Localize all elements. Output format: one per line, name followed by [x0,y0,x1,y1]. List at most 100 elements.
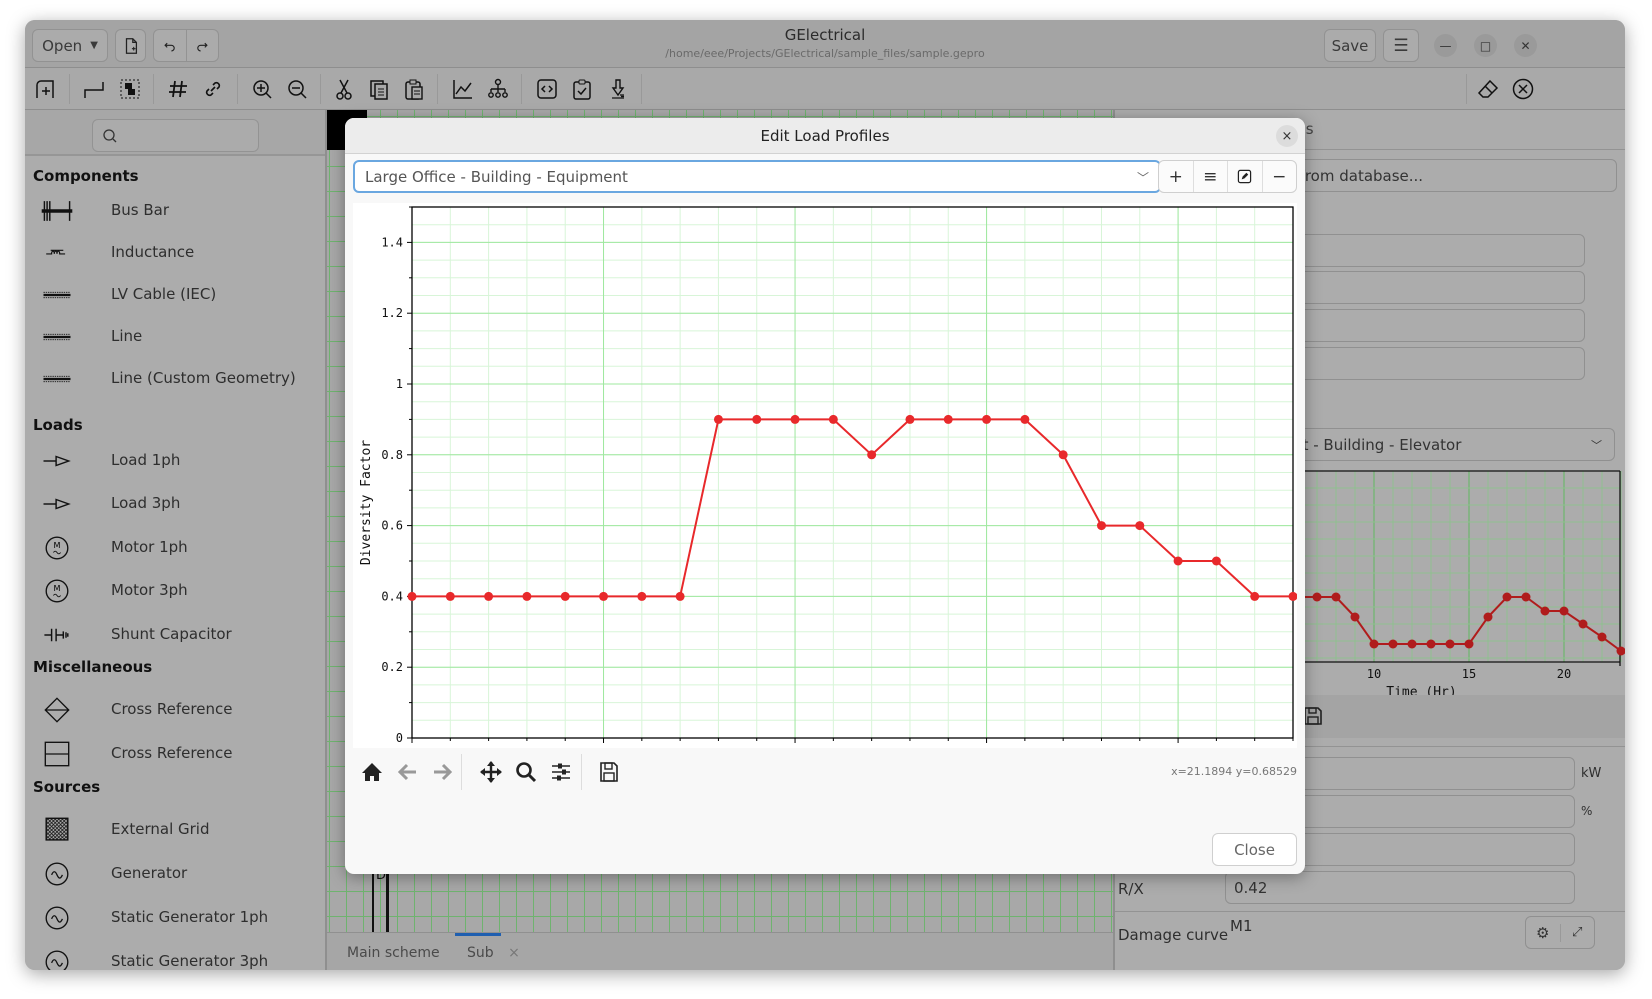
add-profile-button[interactable]: + [1159,161,1194,192]
wire-button[interactable] [81,76,107,102]
close-window-button[interactable]: ✕ [1514,34,1537,57]
load-arrow-icon [37,446,77,476]
copy-button[interactable] [366,76,392,102]
sidebar-item-generator[interactable]: Generator [25,854,325,894]
forward-button[interactable] [429,759,455,785]
load-profile-chart[interactable]: 0510152000.20.40.60.811.21.4Time (Hr)Div… [353,203,1297,748]
save-figure-icon[interactable] [1302,705,1324,727]
tab-close-icon[interactable]: × [508,945,520,961]
sidebar-item-static-generator-3ph[interactable]: Static Generator 3ph [25,942,325,970]
insert-block-button[interactable] [33,76,59,102]
edit-profile-button[interactable] [1228,161,1263,192]
item-label: Motor 1ph [111,538,188,556]
select-group-icon [120,79,140,99]
sidebar-item-external-grid[interactable]: External Grid [25,810,325,850]
move-icon [480,761,502,783]
sidebar-item-inductance[interactable]: Inductance [25,233,325,273]
zoom-out-button[interactable] [284,76,310,102]
mini-data-point [1464,639,1474,649]
cut-icon [336,79,352,100]
rx-field[interactable]: 0.42 [1225,871,1575,904]
data-point [1058,450,1068,460]
item-label: Load 1ph [111,451,181,469]
y-tick-label: 0 [396,731,403,745]
sidebar-item-load-3ph[interactable]: Load 3ph [25,484,325,524]
sidebar-item-shunt-capacitor[interactable]: Shunt Capacitor [25,615,325,655]
sidebar-item-motor-3ph[interactable]: M Motor 3ph [25,571,325,611]
data-point [1250,591,1260,601]
item-label: Load 3ph [111,494,181,512]
main-menu-button[interactable]: ☰ [1383,29,1419,62]
remove-profile-button[interactable]: − [1263,161,1297,192]
sidebar-item-cross-reference-diamond[interactable]: Cross Reference [25,690,325,730]
tab-main-scheme[interactable]: Main scheme [347,945,440,961]
mini-data-point [1407,639,1417,649]
configure-subplots-button[interactable] [548,759,574,785]
back-button[interactable] [395,759,421,785]
sidebar-item-cross-reference-box[interactable]: Cross Reference [25,734,325,774]
minimize-button[interactable]: — [1434,34,1457,57]
save-label: Save [1331,36,1369,55]
zoom-button[interactable] [513,759,539,785]
motor-icon: M [37,576,77,606]
generator-icon [37,903,77,933]
data-point [675,591,685,601]
close-icon: ✕ [1520,38,1531,53]
list-profiles-button[interactable]: ≡ [1194,161,1228,192]
eraser-button[interactable] [1475,76,1501,102]
profile-select[interactable]: Large Office - Building - Equipment ﹀ [353,160,1161,193]
save-figure-button[interactable] [596,759,622,785]
search-bar [25,110,325,156]
search-icon [103,129,117,143]
data-point [560,591,570,601]
select-group-button[interactable] [117,76,143,102]
mini-data-point [1350,612,1360,622]
sidebar-item-lv-cable[interactable]: LV Cable (IEC) [25,275,325,315]
grid-button[interactable] [165,76,191,102]
sidebar-item-line[interactable]: Line [25,317,325,357]
item-label: Bus Bar [111,201,170,219]
main-toolbar [25,68,1625,110]
paste-button[interactable] [401,76,427,102]
cross-reference-diamond-icon [37,695,77,725]
data-point [752,414,762,424]
ground-download-icon [611,79,625,99]
export-button[interactable] [605,76,631,102]
chart-button[interactable] [450,76,476,102]
settings-gear-icon[interactable]: ⚙ [1526,923,1561,942]
code-button[interactable] [534,76,560,102]
item-label: Line [111,327,143,345]
section-components: Components [33,167,139,185]
arrow-left-icon [397,763,416,781]
unit-kw: kW [1581,766,1602,781]
sidebar-item-static-generator-1ph[interactable]: Static Generator 1ph [25,898,325,938]
sidebar-item-line-custom[interactable]: Line (Custom Geometry) [25,359,325,399]
chart-area[interactable]: 0510152000.20.40.60.811.21.4Time (Hr)Div… [353,203,1297,748]
hierarchy-button[interactable] [485,76,511,102]
search-input[interactable] [92,119,259,152]
damage-curve-buttons: ⚙ ⤢ [1525,916,1595,949]
pan-button[interactable] [478,759,504,785]
mini-data-point [1540,606,1550,616]
dialog-close-button[interactable]: × [1276,125,1298,147]
link-button[interactable] [200,76,226,102]
close-drawing-button[interactable] [1510,76,1536,102]
expand-icon[interactable]: ⤢ [1561,925,1595,940]
selected-profile: Large Office - Building - Equipment [365,167,628,186]
section-sources: Sources [33,778,101,796]
close-button[interactable]: Close [1212,833,1297,866]
insert-block-icon [36,80,54,98]
home-button[interactable] [359,759,385,785]
data-point [905,414,915,424]
tab-sub[interactable]: Sub × [467,945,520,961]
save-button[interactable]: Save [1324,29,1376,62]
data-point [867,450,877,460]
sidebar-item-bus-bar[interactable]: Bus Bar [25,191,325,231]
maximize-button[interactable]: □ [1474,34,1497,57]
validate-button[interactable] [569,76,595,102]
zoom-in-button[interactable] [249,76,275,102]
cut-button[interactable] [331,76,357,102]
sidebar-item-motor-1ph[interactable]: M Motor 1ph [25,528,325,568]
sidebar-item-load-1ph[interactable]: Load 1ph [25,441,325,481]
mini-data-point [1559,606,1569,616]
